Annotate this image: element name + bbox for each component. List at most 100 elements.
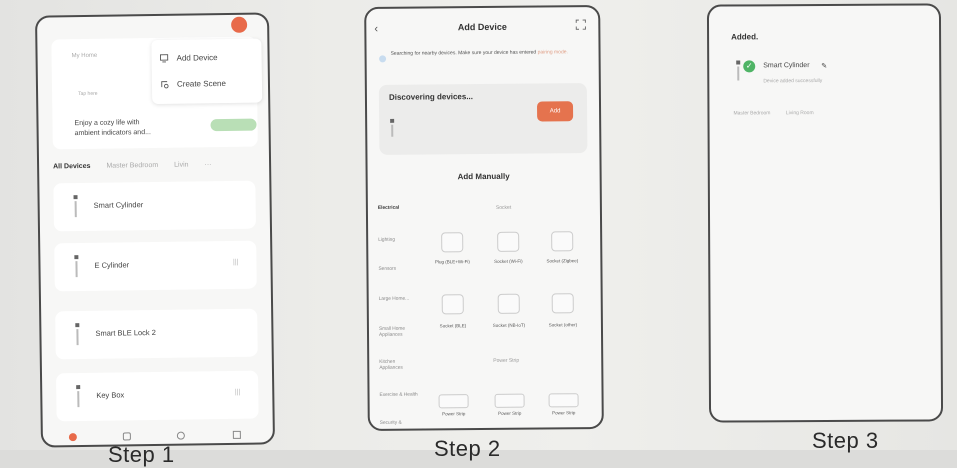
category-electrical[interactable]: Electrical	[378, 206, 418, 212]
tile-label: Power Strip	[542, 410, 586, 416]
tile-label: Plug (BLE+Wi-Fi)	[430, 259, 474, 265]
device-meta: |||	[233, 259, 239, 266]
tile-label: Socket (NB-IoT)	[487, 323, 531, 329]
tab-all-devices[interactable]: All Devices	[53, 163, 90, 171]
added-device-sub: Device added successfully	[763, 78, 822, 84]
socket-icon	[552, 293, 574, 313]
menu-label-add-device: Add Device	[177, 53, 218, 63]
add-menu: Add Device Create Scene	[151, 38, 262, 104]
screen-title: Add Device	[366, 21, 598, 33]
tile-label: Power Strip	[488, 411, 532, 417]
category-security[interactable]: Security &	[380, 421, 420, 427]
device-tile[interactable]	[486, 232, 530, 255]
device-tile[interactable]	[541, 293, 585, 316]
category-small-home-appliances[interactable]: Small Home Appliances	[379, 327, 419, 339]
scan-icon[interactable]	[575, 19, 586, 30]
bluetooth-icon	[379, 55, 387, 63]
tile-label: Socket (other)	[541, 322, 585, 328]
tab-living[interactable]: Livin	[174, 162, 189, 169]
phone-step1: My Home Tap here Enjoy a cozy life with …	[35, 12, 275, 447]
cylinder-lock-icon	[73, 323, 81, 347]
socket-icon	[497, 232, 519, 252]
tile-label: Power Strip	[432, 411, 476, 417]
power-strip-tile[interactable]: Power Strip	[542, 393, 586, 416]
room-options: Master Bedroom Living Room	[733, 110, 827, 116]
device-tile[interactable]	[431, 294, 475, 317]
device-tile-caption: Socket (Wi-Fi)	[486, 256, 530, 265]
home-name[interactable]: My Home	[72, 53, 98, 59]
step3-caption: Step 3	[812, 428, 879, 454]
socket-icon	[442, 294, 464, 314]
step1-caption: Step 1	[108, 442, 175, 468]
cylinder-lock-icon	[72, 255, 80, 279]
device-icon	[160, 54, 169, 63]
step2-caption: Step 2	[434, 436, 501, 462]
search-hint-text: Searching for nearby devices. Make sure …	[391, 50, 537, 57]
category-exercise-health[interactable]: Exercise & Health	[380, 393, 420, 399]
category-sensors[interactable]: Sensors	[378, 267, 418, 273]
edit-pencil-icon[interactable]: ✎	[821, 62, 827, 70]
cylinder-lock-icon	[74, 385, 82, 409]
category-large-home[interactable]: Large Home...	[379, 297, 419, 303]
cylinder-lock-icon	[735, 60, 741, 84]
phone-step3: Added. ✓ Smart Cylinder ✎ Device added s…	[707, 3, 943, 422]
nav-me-icon[interactable]	[233, 431, 241, 439]
added-device-name: Smart Cylinder	[763, 62, 809, 69]
device-tile-caption: Socket (other)	[541, 319, 585, 328]
add-button[interactable]: Add	[537, 101, 573, 121]
device-tile-caption: Socket (Zigbee)	[540, 255, 584, 264]
tabs-more-icon[interactable]: ···	[204, 161, 211, 168]
device-card[interactable]: Key Box |||	[56, 371, 259, 422]
category-lighting[interactable]: Lighting	[378, 238, 418, 244]
promo-button[interactable]	[210, 119, 256, 132]
power-strip-tile[interactable]: Power Strip	[488, 394, 532, 417]
success-check-icon: ✓	[743, 60, 755, 72]
home-card-label: Tap here	[78, 91, 98, 97]
section-socket: Socket	[496, 205, 511, 211]
promo-text: Enjoy a cozy life with ambient indicator…	[74, 118, 154, 139]
device-tile-caption: Plug (BLE+Wi-Fi)	[430, 256, 474, 265]
add-plus-button[interactable]	[231, 17, 247, 33]
power-strip-icon	[549, 393, 579, 407]
power-strip-icon	[439, 394, 469, 408]
device-meta: |||	[235, 389, 241, 396]
search-hint: Searching for nearby devices. Make sure …	[391, 49, 591, 58]
nav-home-icon[interactable]	[69, 433, 77, 441]
room-tabs: All Devices Master Bedroom Livin ···	[53, 160, 263, 170]
tile-label: Socket (Wi-Fi)	[486, 259, 530, 265]
power-strip-icon	[495, 394, 525, 408]
tile-label: Socket (BLE)	[431, 323, 475, 329]
device-tile-caption: Socket (BLE)	[431, 320, 475, 329]
category-kitchen-appliances[interactable]: Kitchen Appliances	[379, 360, 419, 372]
device-tile[interactable]	[540, 231, 584, 254]
socket-icon	[441, 232, 463, 252]
section-power-strip: Power Strip	[493, 358, 519, 364]
add-manually-title: Add Manually	[368, 171, 600, 182]
device-tile[interactable]	[430, 232, 474, 255]
device-tile[interactable]	[487, 294, 531, 317]
added-label: Added.	[731, 32, 758, 41]
tile-label: Socket (Zigbee)	[540, 258, 584, 264]
power-strip-tile[interactable]: Power Strip	[432, 394, 476, 417]
menu-label-create-scene: Create Scene	[177, 79, 226, 89]
discovering-panel: Discovering devices... Add	[379, 83, 588, 155]
menu-item-add-device[interactable]: Add Device	[160, 53, 218, 63]
room-option[interactable]: Master Bedroom	[733, 110, 770, 116]
nav-scene-icon[interactable]	[123, 432, 131, 440]
phone-step2: ‹ Add Device Searching for nearby device…	[364, 5, 604, 431]
socket-icon	[498, 294, 520, 314]
discovered-device-icon	[389, 119, 395, 139]
device-name: E Cylinder	[94, 260, 129, 269]
pairing-mode-link[interactable]: pairing mode.	[538, 49, 568, 55]
nav-smart-icon[interactable]	[177, 432, 185, 440]
device-card[interactable]: Smart Cylinder	[53, 181, 256, 232]
tab-master-bedroom[interactable]: Master Bedroom	[106, 162, 158, 170]
device-name: Smart BLE Lock 2	[95, 328, 156, 338]
socket-icon	[551, 231, 573, 251]
scene-icon	[160, 80, 169, 89]
menu-item-create-scene[interactable]: Create Scene	[160, 79, 226, 89]
room-option[interactable]: Living Room	[786, 110, 814, 116]
device-card[interactable]: Smart BLE Lock 2	[55, 309, 258, 360]
device-card[interactable]: E Cylinder |||	[54, 241, 257, 292]
device-name: Smart Cylinder	[94, 200, 144, 210]
